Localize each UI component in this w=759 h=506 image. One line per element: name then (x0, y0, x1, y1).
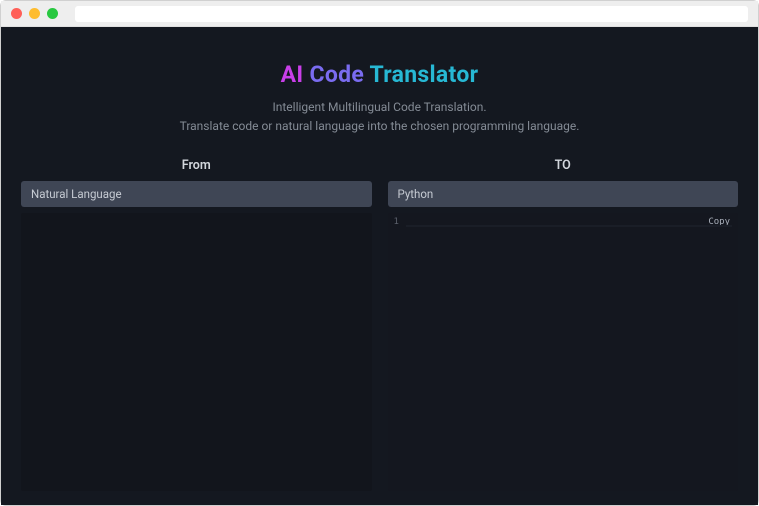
to-language-select[interactable]: Python (388, 181, 739, 207)
from-column: From Natural Language (21, 154, 372, 491)
subtitle: Intelligent Multilingual Code Translatio… (21, 98, 738, 136)
header: AI Code Translator Intelligent Multiling… (21, 39, 738, 148)
from-label: From (21, 154, 372, 181)
line-number: 1 (394, 217, 399, 227)
title-word-translator: Translator (370, 61, 479, 88)
to-column: TO Python 1 Copy (388, 154, 739, 491)
close-icon[interactable] (11, 8, 22, 19)
subtitle-line-2: Translate code or natural language into … (21, 117, 738, 136)
to-label: TO (388, 154, 739, 181)
subtitle-line-1: Intelligent Multilingual Code Translatio… (21, 98, 738, 117)
output-editor[interactable]: 1 Copy (388, 213, 739, 491)
page-title: AI Code Translator (21, 61, 738, 88)
minimize-icon[interactable] (29, 8, 40, 19)
input-editor[interactable] (21, 213, 372, 491)
maximize-icon[interactable] (47, 8, 58, 19)
address-bar[interactable] (75, 6, 748, 22)
editor-columns: From Natural Language TO Python 1 Copy (21, 154, 738, 491)
window-titlebar (1, 1, 758, 27)
from-language-select[interactable]: Natural Language (21, 181, 372, 207)
app-root: AI Code Translator Intelligent Multiling… (1, 27, 758, 505)
copy-button[interactable]: Copy (708, 217, 730, 227)
title-word-code: Code (309, 61, 364, 88)
title-word-ai: AI (281, 61, 304, 88)
browser-window: AI Code Translator Intelligent Multiling… (0, 0, 759, 506)
